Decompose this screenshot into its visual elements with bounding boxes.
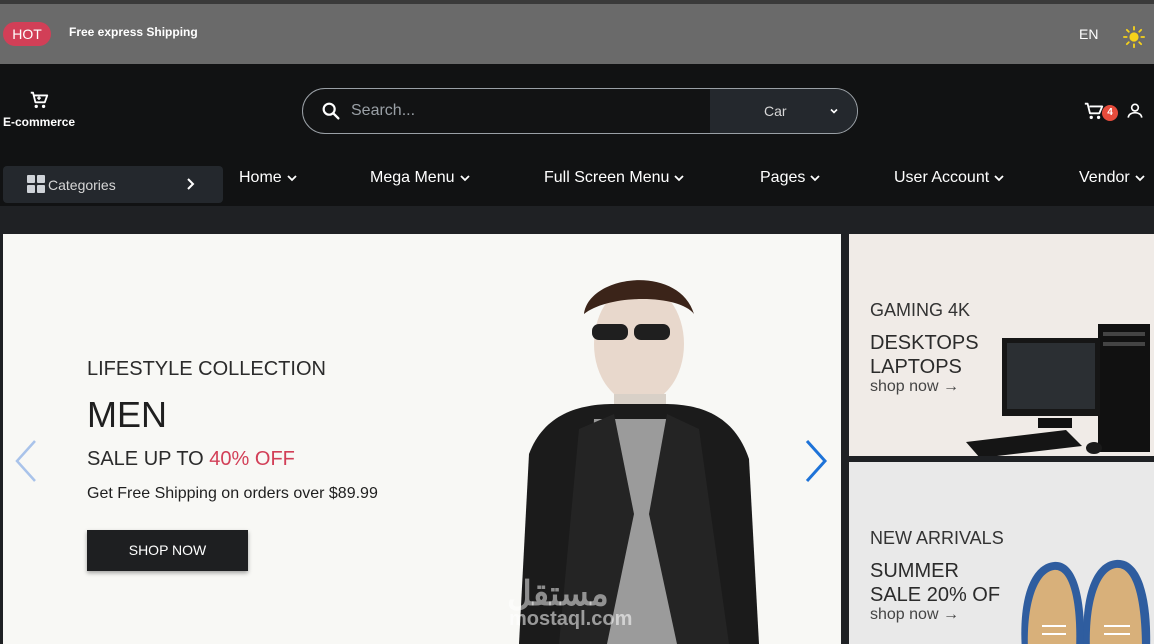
cart-icon[interactable]: [28, 89, 50, 111]
hero-sale-value: 40% OFF: [209, 448, 295, 470]
nav-item-label: Full Screen Menu: [544, 169, 670, 186]
nav-item-mega-menu[interactable]: Mega Menu: [370, 169, 471, 189]
hero-shipping-text: Get Free Shipping on orders over $89.99: [87, 485, 378, 502]
nav-item-label: Pages: [760, 169, 806, 186]
main-nav: Categories Home Mega Menu Full Screen Me…: [0, 144, 1154, 206]
nav-item-label: Home: [239, 169, 282, 186]
arrow-right-icon[interactable]: [803, 438, 829, 484]
watermark-url: mostaql.com: [509, 608, 633, 630]
chevron-down-icon: [830, 108, 838, 114]
nav-item-pages[interactable]: Pages: [760, 169, 821, 189]
desktop-computer-image: [966, 324, 1150, 456]
promo-title-line1: SUMMER: [870, 560, 959, 582]
hot-badge: HOT: [3, 22, 51, 46]
chevron-right-icon: [187, 178, 195, 190]
sun-icon[interactable]: [1123, 26, 1145, 48]
nav-item-label: Vendor: [1079, 169, 1130, 186]
shop-now-link[interactable]: shop now →: [870, 378, 959, 396]
arrow-left-icon[interactable]: [13, 438, 39, 484]
hero-slider: مستقل mostaql.com LIFESTYLE COLLECTION M…: [3, 234, 841, 644]
nav-item-vendor[interactable]: Vendor: [1079, 169, 1146, 189]
promo-title-line2: LAPTOPS: [870, 356, 962, 378]
nav-item-user-account[interactable]: User Account: [894, 169, 1005, 189]
language-selector[interactable]: EN: [1079, 26, 1098, 42]
nav-item-label: User Account: [894, 169, 990, 186]
chevron-down-icon: [810, 175, 821, 182]
grid-icon: [27, 175, 45, 193]
sneakers-image: [1021, 559, 1151, 644]
chevron-down-icon: [1135, 175, 1145, 182]
promo-card-summer[interactable]: NEW ARRIVALS SUMMER SALE 20% OF shop now…: [849, 462, 1154, 644]
header: E-commerce Car 4: [0, 64, 1154, 144]
categories-button[interactable]: Categories: [3, 166, 223, 203]
nav-item-label: Mega Menu: [370, 169, 455, 186]
promo-card-desktops[interactable]: GAMING 4K DESKTOPS LAPTOPS shop now →: [849, 234, 1154, 456]
promo-text: Free express Shipping: [69, 25, 198, 39]
search-icon: [322, 102, 340, 120]
chevron-down-icon: [994, 175, 1004, 182]
category-select-value: Car: [764, 103, 787, 119]
promo-kicker: NEW ARRIVALS: [870, 528, 1004, 548]
hero-sale-prefix: SALE UP TO: [87, 448, 204, 470]
chevron-down-icon: [287, 175, 297, 182]
user-icon[interactable]: [1125, 101, 1145, 121]
promo-title-line2: SALE 20% OF: [870, 584, 1001, 606]
chevron-down-icon: [459, 175, 470, 182]
hero-sale-text: SALE UP TO 40% OFF: [87, 448, 295, 471]
categories-label: Categories: [48, 177, 116, 193]
nav-item-home[interactable]: Home: [239, 169, 298, 189]
logo-text[interactable]: E-commerce: [3, 115, 75, 129]
category-select[interactable]: Car: [710, 89, 857, 133]
search-input[interactable]: [351, 89, 707, 133]
promo-kicker: GAMING 4K: [870, 300, 971, 320]
shop-now-button[interactable]: SHOP NOW: [87, 530, 248, 571]
chevron-down-icon: [674, 175, 685, 182]
nav-item-full-screen-menu[interactable]: Full Screen Menu: [544, 169, 685, 189]
shop-now-link[interactable]: shop now →: [870, 606, 959, 624]
hero-subtitle: LIFESTYLE COLLECTION: [87, 358, 326, 380]
search-bar: Car: [302, 88, 858, 134]
cart-count-badge: 4: [1102, 105, 1118, 121]
hero-title: MEN: [87, 394, 167, 435]
top-bar: HOT Free express Shipping EN: [0, 0, 1154, 64]
